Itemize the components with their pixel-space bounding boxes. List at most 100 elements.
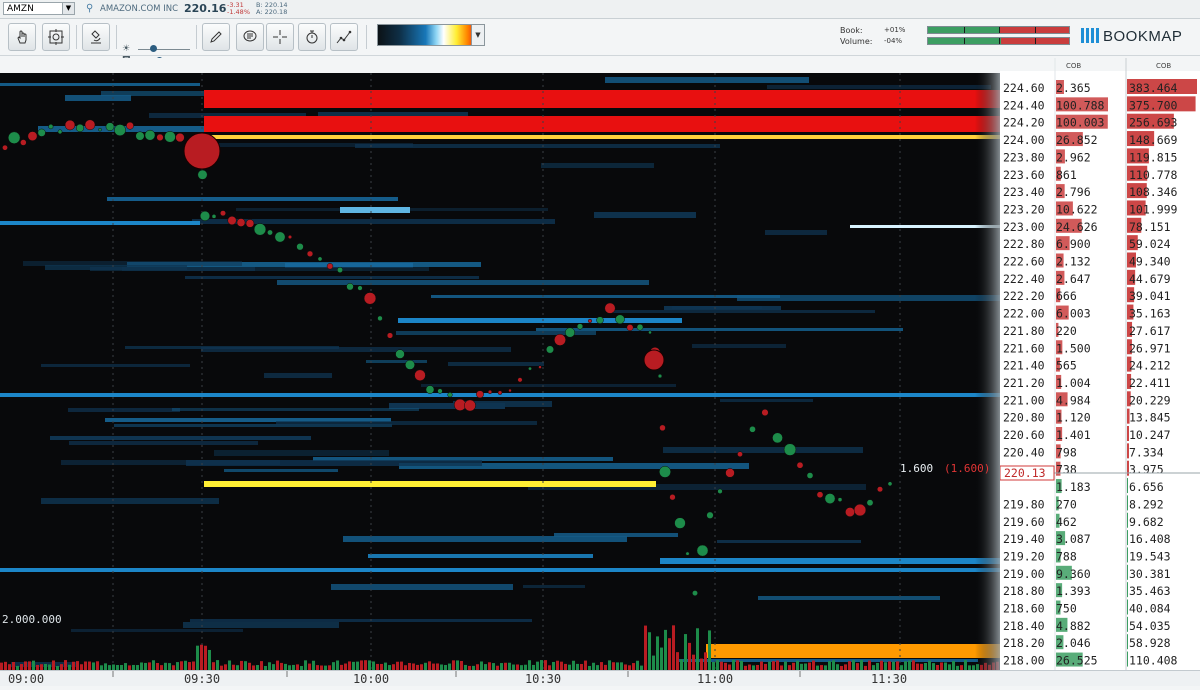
trade-bubble[interactable] bbox=[669, 494, 676, 501]
trade-bubble[interactable] bbox=[853, 503, 867, 517]
trade-bubble[interactable] bbox=[114, 124, 126, 137]
trade-bubble[interactable] bbox=[414, 369, 426, 381]
trade-bubble[interactable] bbox=[98, 127, 102, 132]
trade-bubble[interactable] bbox=[296, 243, 304, 251]
trade-bubble[interactable] bbox=[453, 398, 467, 411]
trade-bubble[interactable] bbox=[877, 486, 883, 493]
trade-bubble[interactable] bbox=[156, 133, 164, 141]
trade-bubble[interactable] bbox=[253, 223, 267, 236]
trade-bubble[interactable] bbox=[48, 124, 54, 130]
trade-bubble[interactable] bbox=[197, 169, 208, 180]
trade-bubble[interactable] bbox=[772, 432, 783, 444]
trade-bubble[interactable] bbox=[508, 388, 512, 393]
trade-bubble[interactable] bbox=[476, 390, 484, 399]
microscope-button[interactable] bbox=[82, 23, 110, 51]
trade-bubble[interactable] bbox=[135, 131, 145, 141]
trade-bubble[interactable] bbox=[717, 488, 723, 494]
trade-bubble[interactable] bbox=[538, 365, 542, 369]
trade-bubble[interactable] bbox=[528, 366, 532, 371]
trade-bubble[interactable] bbox=[306, 250, 314, 257]
trade-bubble[interactable] bbox=[363, 292, 377, 305]
trade-bubble[interactable] bbox=[75, 123, 85, 133]
trade-bubble[interactable] bbox=[685, 551, 690, 556]
chat-bubble-button[interactable] bbox=[236, 23, 264, 51]
trade-bubble[interactable] bbox=[27, 131, 38, 141]
chart-line-button[interactable] bbox=[330, 23, 358, 51]
trade-bubble[interactable] bbox=[236, 218, 246, 227]
trade-bubble[interactable] bbox=[64, 119, 76, 131]
trade-bubble[interactable] bbox=[175, 132, 185, 143]
trade-bubble[interactable] bbox=[546, 345, 554, 354]
trade-bubble[interactable] bbox=[517, 377, 523, 383]
trade-bubble[interactable] bbox=[887, 481, 893, 487]
trade-bubble[interactable] bbox=[725, 468, 735, 478]
trade-bubble[interactable] bbox=[674, 517, 686, 529]
pencil-button[interactable] bbox=[202, 23, 230, 51]
trade-bubble[interactable] bbox=[405, 359, 415, 370]
trade-bubble[interactable] bbox=[357, 285, 363, 291]
trade-bubble[interactable] bbox=[657, 373, 663, 379]
trade-bubble[interactable] bbox=[37, 128, 46, 137]
trade-bubble[interactable] bbox=[696, 544, 709, 557]
trade-bubble[interactable] bbox=[596, 316, 604, 324]
trade-bubble[interactable] bbox=[737, 451, 743, 458]
trade-bubble[interactable] bbox=[7, 131, 21, 144]
trade-bubble[interactable] bbox=[199, 210, 211, 222]
trade-bubble[interactable] bbox=[2, 144, 8, 151]
trade-bubble[interactable] bbox=[749, 425, 756, 433]
trade-bubble[interactable] bbox=[497, 390, 503, 395]
trade-bubble[interactable] bbox=[447, 392, 453, 398]
trade-bubble[interactable] bbox=[761, 408, 769, 417]
trade-bubble[interactable] bbox=[692, 590, 698, 597]
trade-bubble[interactable] bbox=[783, 443, 797, 456]
trade-bubble[interactable] bbox=[648, 330, 652, 335]
heatmap-canvas[interactable]: 2.000.000 1.600 (1.600) bbox=[0, 73, 1000, 670]
trade-bubble[interactable] bbox=[144, 129, 156, 141]
trade-bubble[interactable] bbox=[126, 121, 134, 130]
trade-bubble[interactable] bbox=[20, 139, 27, 146]
trade-bubble[interactable] bbox=[845, 507, 855, 517]
trade-bubble[interactable] bbox=[659, 424, 666, 432]
trade-bubble[interactable] bbox=[796, 461, 804, 469]
heatmap-chart[interactable]: 2.000.000 1.600 (1.600) bbox=[0, 73, 1000, 670]
trade-bubble[interactable] bbox=[386, 332, 394, 339]
trade-bubble[interactable] bbox=[425, 385, 435, 394]
trade-bubble[interactable] bbox=[105, 122, 115, 132]
trade-bubble[interactable] bbox=[626, 324, 634, 332]
slider-knob[interactable] bbox=[150, 45, 157, 52]
trade-bubble[interactable] bbox=[245, 219, 255, 228]
trade-bubble[interactable] bbox=[437, 388, 443, 394]
trade-bubble[interactable] bbox=[837, 497, 843, 502]
chevron-down-icon[interactable]: ▼ bbox=[471, 24, 485, 46]
stopwatch-button[interactable] bbox=[298, 23, 326, 51]
trade-bubble[interactable] bbox=[267, 229, 273, 236]
trade-bubble[interactable] bbox=[326, 263, 334, 270]
trade-bubble[interactable] bbox=[643, 349, 665, 371]
chevron-down-icon[interactable]: ▼ bbox=[62, 3, 74, 14]
trade-bubble[interactable] bbox=[604, 302, 616, 314]
trade-bubble[interactable] bbox=[84, 119, 96, 131]
trade-bubble[interactable] bbox=[576, 323, 584, 330]
trade-bubble[interactable] bbox=[706, 511, 714, 519]
trade-bubble[interactable] bbox=[564, 327, 576, 338]
trade-bubble[interactable] bbox=[866, 499, 874, 507]
trade-bubble[interactable] bbox=[220, 210, 226, 217]
trade-bubble[interactable] bbox=[336, 266, 344, 273]
brightness-slider[interactable]: ☀ bbox=[122, 43, 192, 55]
trade-bubble[interactable] bbox=[487, 389, 493, 395]
trade-bubble[interactable] bbox=[554, 333, 566, 346]
trade-bubble[interactable] bbox=[287, 234, 293, 240]
trade-bubble[interactable] bbox=[464, 399, 476, 412]
hand-pointer-button[interactable] bbox=[8, 23, 36, 51]
trade-bubble[interactable] bbox=[57, 129, 63, 135]
trade-bubble[interactable] bbox=[824, 493, 836, 504]
trade-bubble[interactable] bbox=[816, 491, 824, 499]
trade-bubble[interactable] bbox=[164, 131, 176, 143]
trade-bubble[interactable] bbox=[587, 318, 593, 323]
symbol-selector[interactable]: AMZN ▼ bbox=[3, 2, 75, 15]
trade-bubble[interactable] bbox=[183, 132, 221, 170]
trade-bubble[interactable] bbox=[211, 214, 217, 219]
trade-bubble[interactable] bbox=[636, 323, 644, 331]
link-icon[interactable]: ⚲ bbox=[86, 3, 93, 14]
trade-bubble[interactable] bbox=[346, 282, 354, 291]
